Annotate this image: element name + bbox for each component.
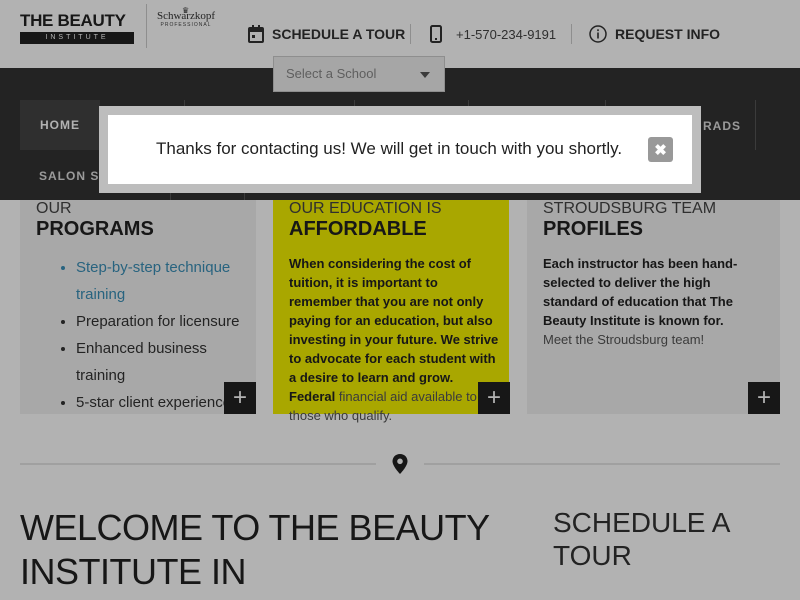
confirmation-modal: Thanks for contacting us! We will get in…	[99, 106, 701, 193]
modal-message: Thanks for contacting us! We will get in…	[156, 139, 623, 158]
modal-overlay[interactable]	[0, 0, 800, 600]
close-modal-button[interactable]: ✖	[648, 137, 673, 162]
close-icon: ✖	[654, 141, 667, 159]
